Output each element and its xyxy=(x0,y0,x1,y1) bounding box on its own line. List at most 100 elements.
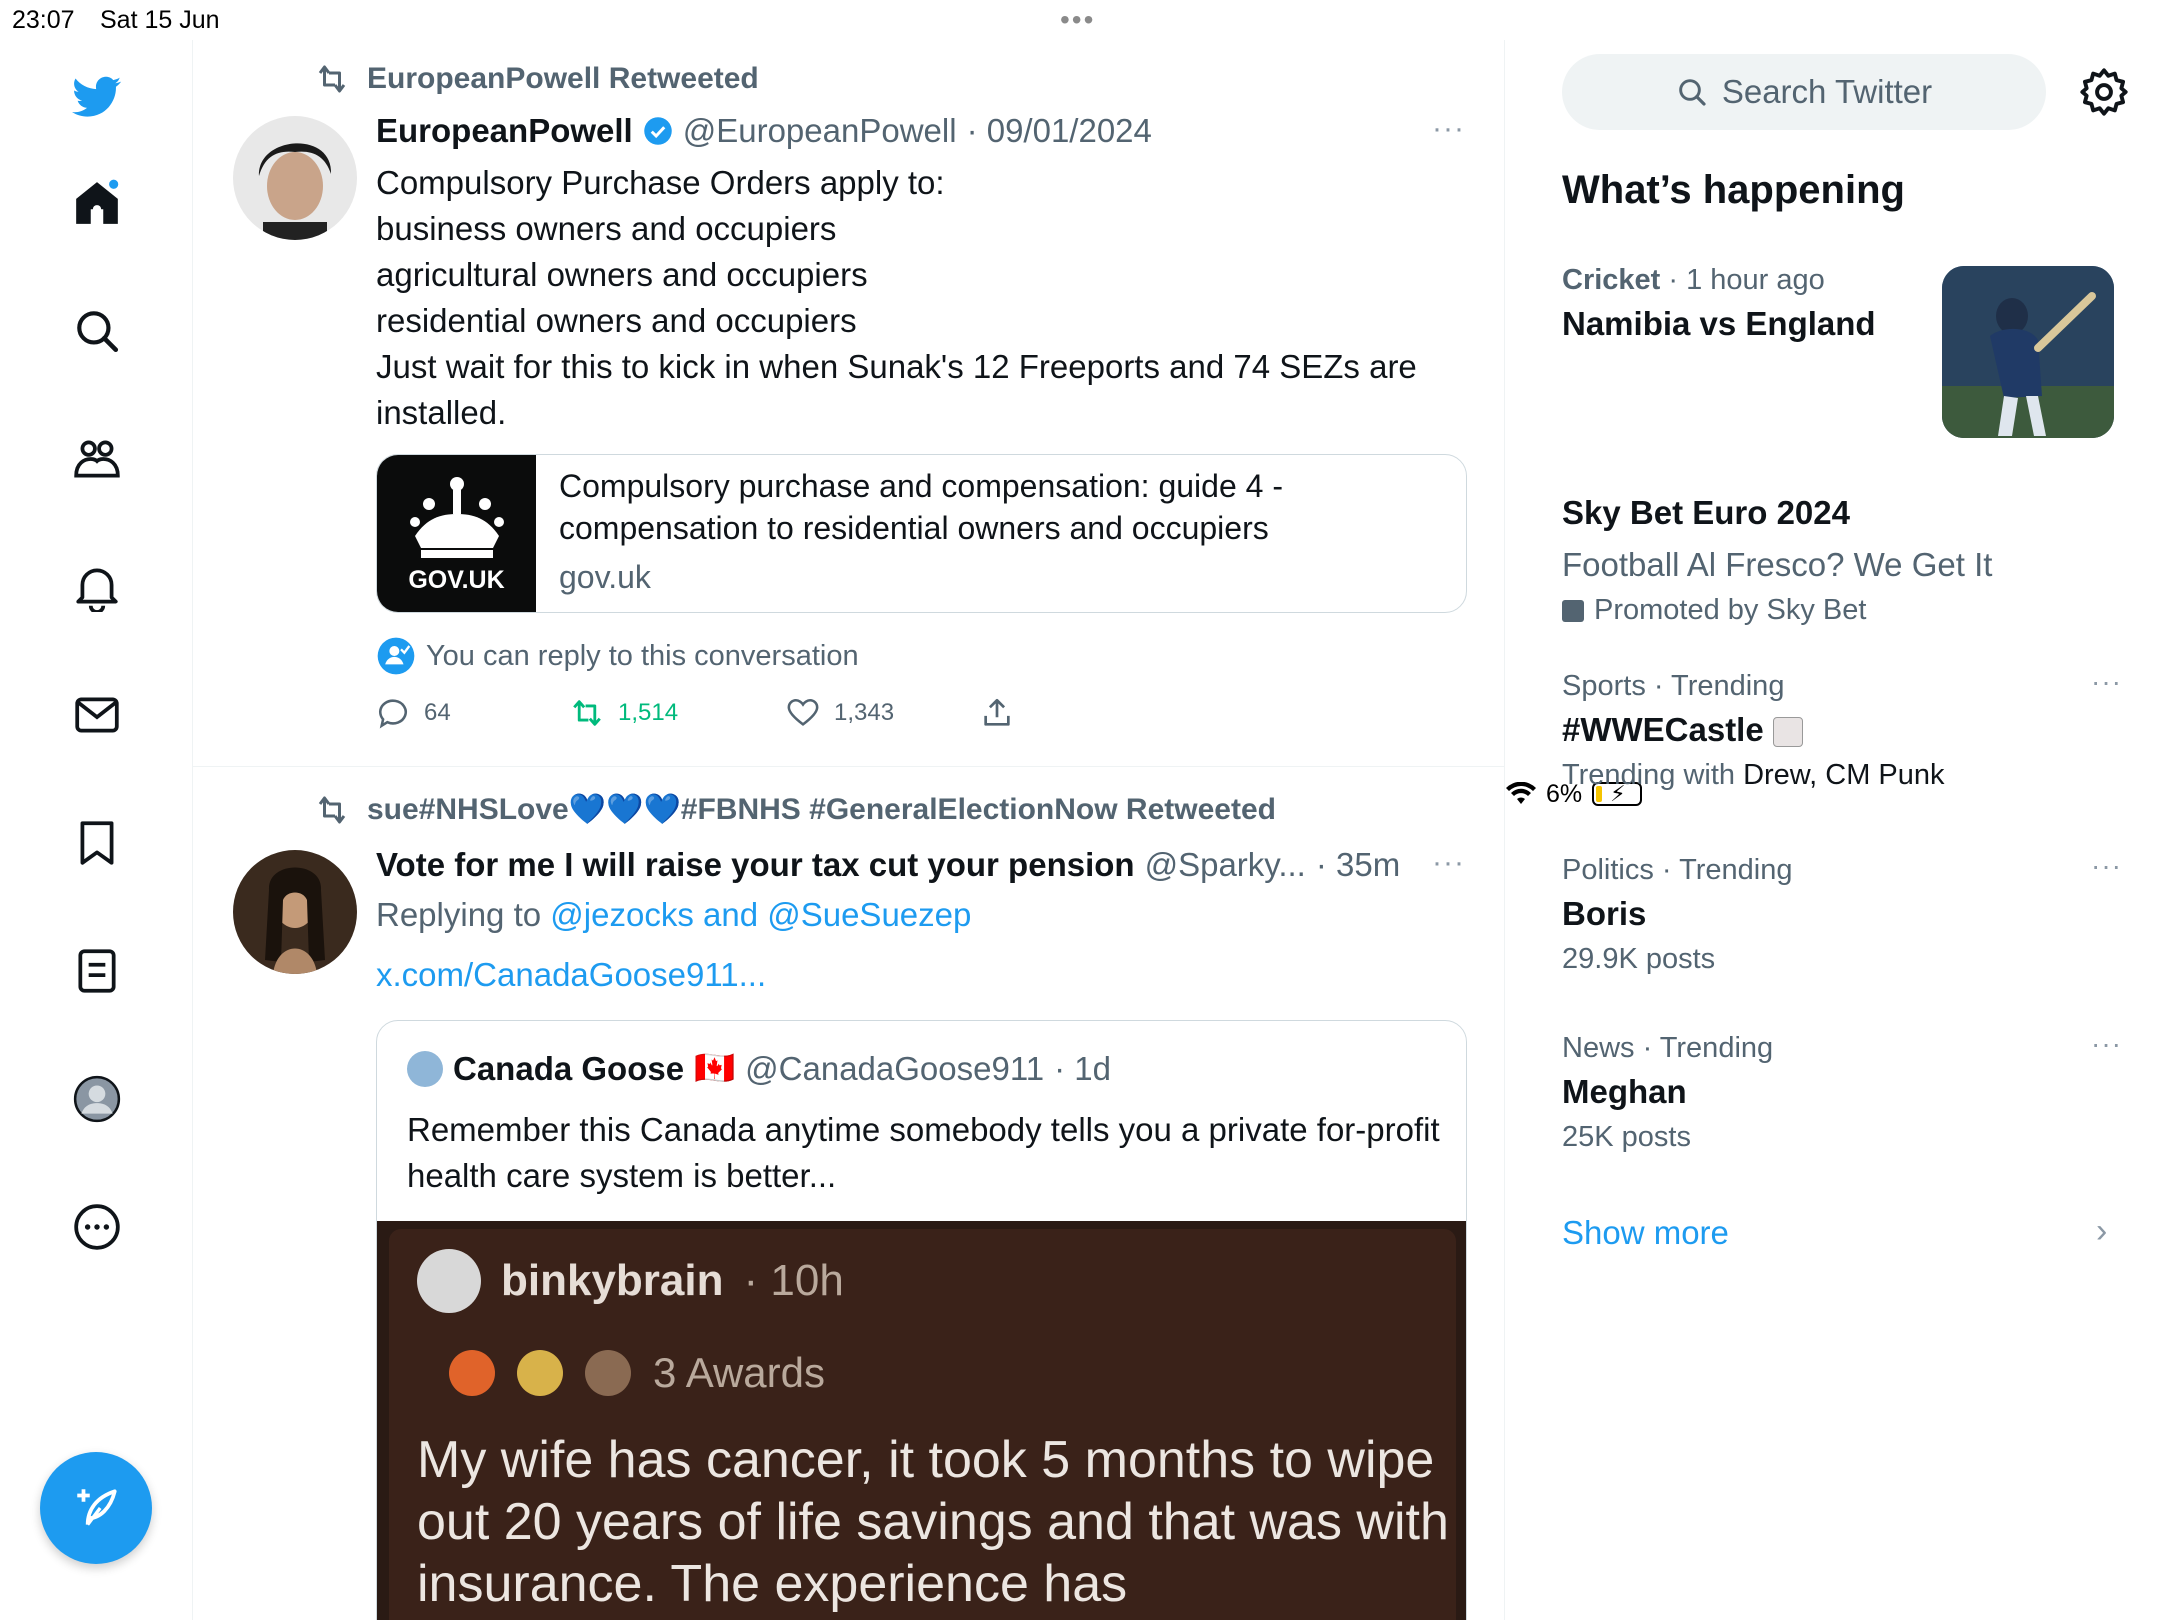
gold-award-icon xyxy=(517,1350,563,1396)
author-handle[interactable]: @EuropeanPowell xyxy=(683,112,957,150)
quote-text: Remember this Canada anytime somebody te… xyxy=(407,1111,1440,1194)
flag-icon: 🇨🇦 xyxy=(694,1049,736,1086)
trend-meta: Cricket · 1 hour ago xyxy=(1562,264,1942,297)
more-options-icon[interactable]: ··· xyxy=(1432,846,1465,880)
wwe-hashflag-icon xyxy=(1772,717,1803,748)
search-placeholder: Search Twitter xyxy=(1721,73,1933,110)
right-sidebar: Search Twitter What’s happening Cricket … xyxy=(1506,40,2160,1620)
author-handle[interactable]: @Sparky... xyxy=(1145,846,1306,884)
retweet-context: sue#NHSLove💙💙💙#FBNHS #GeneralElectionNow… xyxy=(313,792,1276,827)
replying-mentions[interactable]: @jezocks and @SueSuezep xyxy=(550,896,971,933)
home-icon[interactable] xyxy=(64,170,130,236)
notifications-icon[interactable] xyxy=(64,554,130,620)
trend-title: Sky Bet Euro 2024 xyxy=(1562,494,1850,531)
communities-icon[interactable] xyxy=(64,426,130,492)
tweet[interactable]: sue#NHSLove💙💙💙#FBNHS #GeneralElectionNow… xyxy=(193,768,1504,1620)
retweeted-by[interactable]: sue#NHSLove💙💙💙#FBNHS #GeneralElectionNow… xyxy=(367,792,1276,827)
reply-button[interactable]: 64 xyxy=(376,696,451,730)
author-name[interactable]: Vote for me I will raise your tax cut yo… xyxy=(376,846,1135,884)
quote-author-handle[interactable]: @CanadaGoose911 xyxy=(745,1050,1044,1088)
trend-more-icon[interactable]: ··· xyxy=(2091,1028,2122,1060)
tweet-text-line: business owners and occupiers xyxy=(376,210,837,247)
quote-time: · 1d xyxy=(1054,1049,1111,1087)
reddit-user: binkybrain · 10h xyxy=(417,1249,844,1313)
settings-gear-icon[interactable] xyxy=(2078,66,2130,118)
promoted-trend[interactable]: Sky Bet Euro 2024 Football Al Fresco? We… xyxy=(1562,486,2122,627)
reddit-avatar-icon xyxy=(417,1249,481,1313)
quote-header: Canada Goose 🇨🇦 @CanadaGoose911 · 1d xyxy=(407,1049,1111,1088)
trend-item[interactable]: News · Trending ··· Meghan 25K posts xyxy=(1562,1028,2122,1154)
trend-meta: News · Trending xyxy=(1562,1032,1774,1064)
share-button[interactable] xyxy=(980,696,1014,730)
trend-meta: Politics · Trending xyxy=(1562,854,1793,886)
replying-label: Replying to xyxy=(376,896,542,933)
trend-category: Cricket xyxy=(1562,264,1661,296)
profile-icon[interactable] xyxy=(64,1066,130,1132)
quote-author-name[interactable]: Canada Goose xyxy=(453,1050,684,1088)
retweeted-by[interactable]: EuropeanPowell Retweeted xyxy=(367,62,759,96)
messages-icon[interactable] xyxy=(64,682,130,748)
retweet-button[interactable]: 1,514 xyxy=(570,696,678,730)
tweet-text-line: agricultural owners and occupiers xyxy=(376,256,868,293)
trend-more-icon[interactable]: ··· xyxy=(2091,850,2122,882)
card-domain: gov.uk xyxy=(559,559,651,595)
link-card[interactable]: GOV.UK Compulsory purchase and compensat… xyxy=(376,454,1467,613)
awards: 3 Awards xyxy=(449,1349,825,1397)
show-more-link[interactable]: Show more xyxy=(1562,1214,1729,1252)
tweet-text-line: Compulsory Purchase Orders apply to: xyxy=(376,164,945,201)
author-name[interactable]: EuropeanPowell xyxy=(376,112,633,150)
lists-icon[interactable] xyxy=(64,938,130,1004)
cricket-thumbnail[interactable] xyxy=(1942,266,2114,438)
quote-tweet[interactable]: Canada Goose 🇨🇦 @CanadaGoose911 · 1d Rem… xyxy=(376,1020,1467,1620)
multitasking-dots[interactable]: ••• xyxy=(1060,4,1095,36)
trend-item[interactable]: Politics · Trending ··· Boris 29.9K post… xyxy=(1562,850,2122,976)
retweet-icon xyxy=(318,65,346,93)
heart-icon xyxy=(787,698,819,726)
search-icon[interactable] xyxy=(64,298,130,364)
bookmarks-icon[interactable] xyxy=(64,810,130,876)
like-button[interactable]: 1,343 xyxy=(786,696,894,730)
compose-button[interactable] xyxy=(40,1452,152,1564)
trend-title: Namibia vs England xyxy=(1562,305,1876,342)
trend-posts: 29.9K posts xyxy=(1562,943,1716,975)
status-time: 23:07 xyxy=(12,6,75,34)
tweet-header: EuropeanPowell @EuropeanPowell · 09/01/2… xyxy=(376,112,1152,150)
status-bar: 23:07 Sat 15 Jun ••• 6% ⚡ xyxy=(0,0,2160,808)
trend-title: #WWECastle xyxy=(1562,711,2122,749)
status-date: Sat 15 Jun xyxy=(100,6,220,34)
replying-to: Replying to @jezocks and @SueSuezep xyxy=(376,896,971,934)
retweet-icon xyxy=(318,796,346,823)
avatar[interactable] xyxy=(233,850,357,974)
twitter-logo-icon[interactable] xyxy=(64,64,130,130)
trend-title-text: #WWECastle xyxy=(1562,711,1764,748)
trend-sub-prefix: Trending with xyxy=(1562,759,1736,791)
govuk-thumbnail: GOV.UK xyxy=(377,455,536,612)
reply-icon xyxy=(378,699,407,729)
trend-sub-names[interactable]: Drew, CM Punk xyxy=(1743,759,1944,791)
more-icon[interactable] xyxy=(64,1194,130,1260)
chevron-right-icon[interactable]: › xyxy=(2096,1212,2107,1251)
like-count: 1,343 xyxy=(834,699,895,726)
card-title: Compulsory purchase and compensation: gu… xyxy=(559,468,1283,546)
thumb-label: GOV.UK xyxy=(408,566,505,594)
screenshot-image: binkybrain · 10h 3 Awards My wife has ca… xyxy=(389,1229,1456,1620)
trend-item[interactable]: Cricket · 1 hour ago Namibia vs England xyxy=(1562,264,1942,343)
mention-person-icon xyxy=(377,637,415,675)
trend-item[interactable]: Sports · Trending ··· #WWECastle Trendin… xyxy=(1562,666,2122,792)
tweet-time[interactable]: · 09/01/2024 xyxy=(967,112,1152,150)
quote-media[interactable]: binkybrain · 10h 3 Awards My wife has ca… xyxy=(377,1221,1466,1620)
trend-time: · 1 hour ago xyxy=(1668,264,1825,296)
tweet[interactable]: EuropeanPowell Retweeted EuropeanPowell … xyxy=(193,40,1504,767)
trend-title: Boris xyxy=(1562,895,1647,932)
tweet-text-line: Just wait for this to kick in when Sunak… xyxy=(376,348,1417,431)
avatar[interactable] xyxy=(233,116,357,240)
tweet-link[interactable]: x.com/CanadaGoose911... xyxy=(376,956,766,994)
more-options-icon[interactable]: ··· xyxy=(1432,112,1465,146)
trend-more-icon[interactable]: ··· xyxy=(2091,666,2122,698)
tweet-time[interactable]: · 35m xyxy=(1316,846,1400,884)
reddit-post-text: My wife has cancer, it took 5 months to … xyxy=(417,1431,1449,1613)
tweet-header: Vote for me I will raise your tax cut yo… xyxy=(376,846,1400,884)
quote-avatar[interactable] xyxy=(407,1050,443,1087)
search-input[interactable]: Search Twitter xyxy=(1562,54,2046,130)
promoted-subtitle: Football Al Fresco? We Get It xyxy=(1562,546,1993,583)
